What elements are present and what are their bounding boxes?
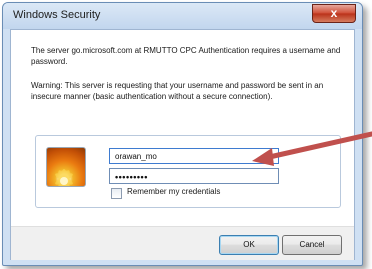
remember-credentials-checkbox[interactable] xyxy=(111,188,122,199)
dialog-body: The server go.microsoft.com at RMUTTO CP… xyxy=(10,29,355,260)
close-button[interactable]: x xyxy=(312,4,356,23)
dialog-title: Windows Security xyxy=(13,9,101,21)
password-field[interactable]: ••••••••• xyxy=(109,168,279,184)
warning-message: Warning: This server is requesting that … xyxy=(31,81,324,101)
cancel-button[interactable]: Cancel xyxy=(282,235,342,255)
username-field[interactable]: orawan_mo xyxy=(109,148,279,164)
ok-button[interactable]: OK xyxy=(219,235,279,255)
title-bar[interactable]: Windows Security x xyxy=(3,3,362,29)
windows-security-dialog: Windows Security x The server go.microso… xyxy=(2,2,363,266)
flower-icon xyxy=(46,147,86,187)
button-bar: OK Cancel xyxy=(11,226,354,260)
credential-tile: orawan_mo ••••••••• Remember my credenti… xyxy=(35,135,341,208)
server-message: The server go.microsoft.com at RMUTTO CP… xyxy=(31,46,341,66)
remember-credentials-label[interactable]: Remember my credentials xyxy=(127,187,220,196)
